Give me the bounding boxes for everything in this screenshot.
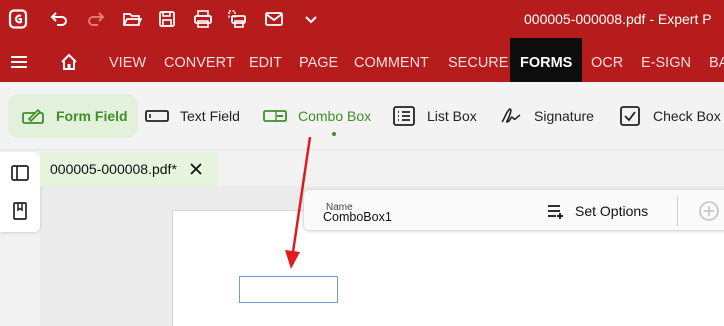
combo-box-button[interactable]: Combo Box [262,94,371,138]
print-icon[interactable] [191,7,215,31]
set-options-icon [545,200,567,222]
bookmark-icon[interactable] [8,199,32,223]
text-field-button[interactable]: Text Field [144,94,240,138]
form-field-icon [20,103,46,129]
title-bar: 000005-000008.pdf - Expert P [0,0,724,38]
close-icon[interactable] [186,159,206,179]
combo-box-field[interactable] [239,276,338,303]
hamburger-menu-icon[interactable] [7,50,31,74]
menu-batch[interactable]: BA [709,38,724,82]
menu-forms[interactable]: FORMS [510,38,583,82]
signature-icon [498,103,524,129]
menu-ocr[interactable]: OCR [591,38,623,82]
menu-secure[interactable]: SECURE [448,38,508,82]
document-tab-label: 000005-000008.pdf* [50,161,177,177]
signature-label: Signature [534,108,594,124]
signature-button[interactable]: Signature [498,94,594,138]
form-field-button[interactable]: Form Field [8,94,138,138]
chevron-down-icon[interactable] [299,7,323,31]
active-tool-indicator [332,132,336,136]
document-tab[interactable]: 000005-000008.pdf* [40,152,218,186]
menu-bar: VIEW CONVERT EDIT PAGE COMMENT SECURE FO… [0,38,724,82]
window-title: 000005-000008.pdf - Expert P [524,11,712,27]
menu-page[interactable]: PAGE [299,38,338,82]
redo-icon[interactable] [84,7,108,31]
check-box-label: Check Box [653,108,721,124]
app-logo-icon [6,7,30,31]
menu-esign[interactable]: E-SIGN [641,38,691,82]
text-field-icon [144,103,170,129]
set-options-button[interactable]: Set Options [545,200,648,222]
combo-box-label: Combo Box [298,108,372,124]
sidebar-toggle-icon[interactable] [8,161,32,185]
email-icon[interactable] [262,7,286,31]
set-options-label: Set Options [575,203,649,219]
text-field-label: Text Field [180,108,240,124]
side-panel [0,152,40,232]
menu-convert[interactable]: CONVERT [164,38,235,82]
combo-box-icon [262,103,288,129]
menu-edit[interactable]: EDIT [249,38,282,82]
list-box-icon [391,103,417,129]
menu-comment[interactable]: COMMENT [354,38,429,82]
home-icon[interactable] [57,50,81,74]
batch-print-icon[interactable] [225,7,249,31]
check-box-icon [617,103,643,129]
list-box-button[interactable]: List Box [391,94,477,138]
menu-view[interactable]: VIEW [109,38,146,82]
open-folder-icon[interactable] [120,7,144,31]
list-box-label: List Box [427,108,477,124]
forms-toolbar: Form Field Text Field Combo Box List Box… [0,82,724,150]
undo-icon[interactable] [47,7,71,31]
save-icon[interactable] [155,7,179,31]
add-option-icon[interactable] [698,200,720,222]
toolbar-divider [677,196,678,226]
field-properties-bar: Name ComboBox1 Set Options [303,189,724,231]
field-name-value[interactable]: ComboBox1 [323,210,392,224]
check-box-button[interactable]: Check Box [617,94,721,138]
form-field-label: Form Field [56,108,128,124]
